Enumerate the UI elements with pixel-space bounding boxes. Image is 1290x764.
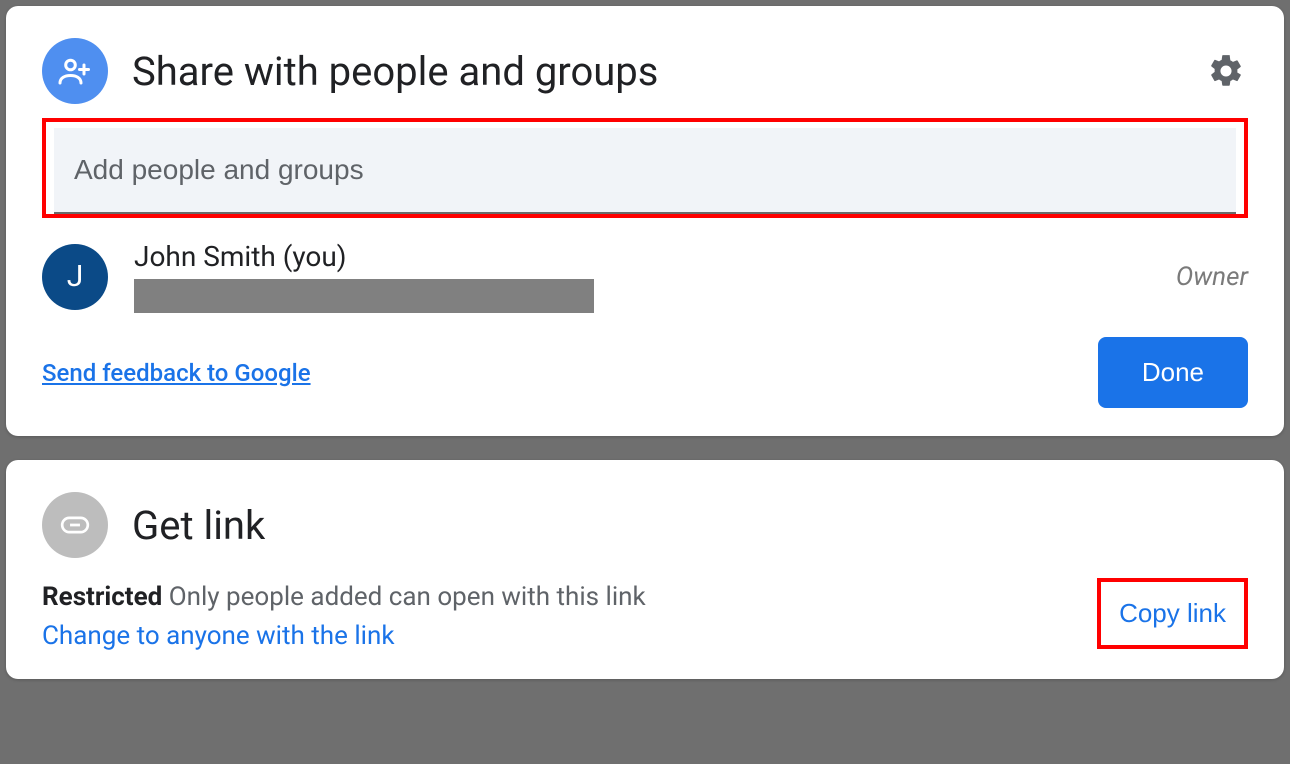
share-footer: Send feedback to Google Done [42,337,1248,408]
gear-icon [1207,52,1245,90]
send-feedback-link[interactable]: Send feedback to Google [42,359,311,387]
person-add-icon [42,38,108,104]
avatar: J [42,244,108,310]
link-description: Restricted Only people added can open wi… [42,578,646,651]
person-info: John Smith (you) [134,240,1150,313]
get-link-card: Get link Restricted Only people added ca… [6,460,1284,679]
share-header: Share with people and groups [42,38,1248,104]
share-title: Share with people and groups [132,48,1180,95]
settings-button[interactable] [1204,49,1248,93]
input-highlight-annotation [42,118,1248,218]
get-link-body: Restricted Only people added can open wi… [42,578,1248,651]
get-link-header: Get link [42,492,1248,558]
restricted-label: Restricted [42,582,162,612]
link-icon [42,492,108,558]
change-access-link[interactable]: Change to anyone with the link [42,621,395,651]
restricted-description: Only people added can open with this lin… [162,582,645,612]
get-link-title: Get link [132,502,1248,549]
share-card: Share with people and groups J John Smit… [6,6,1284,436]
add-people-input[interactable] [54,128,1236,214]
person-role: Owner [1176,262,1248,292]
copy-link-highlight-annotation: Copy link [1097,578,1248,649]
person-row: J John Smith (you) Owner [42,240,1248,313]
person-email-redacted [134,279,594,313]
restricted-line: Restricted Only people added can open wi… [42,578,646,617]
person-name: John Smith (you) [134,240,1150,273]
copy-link-button[interactable]: Copy link [1119,598,1226,629]
done-button[interactable]: Done [1098,337,1248,408]
